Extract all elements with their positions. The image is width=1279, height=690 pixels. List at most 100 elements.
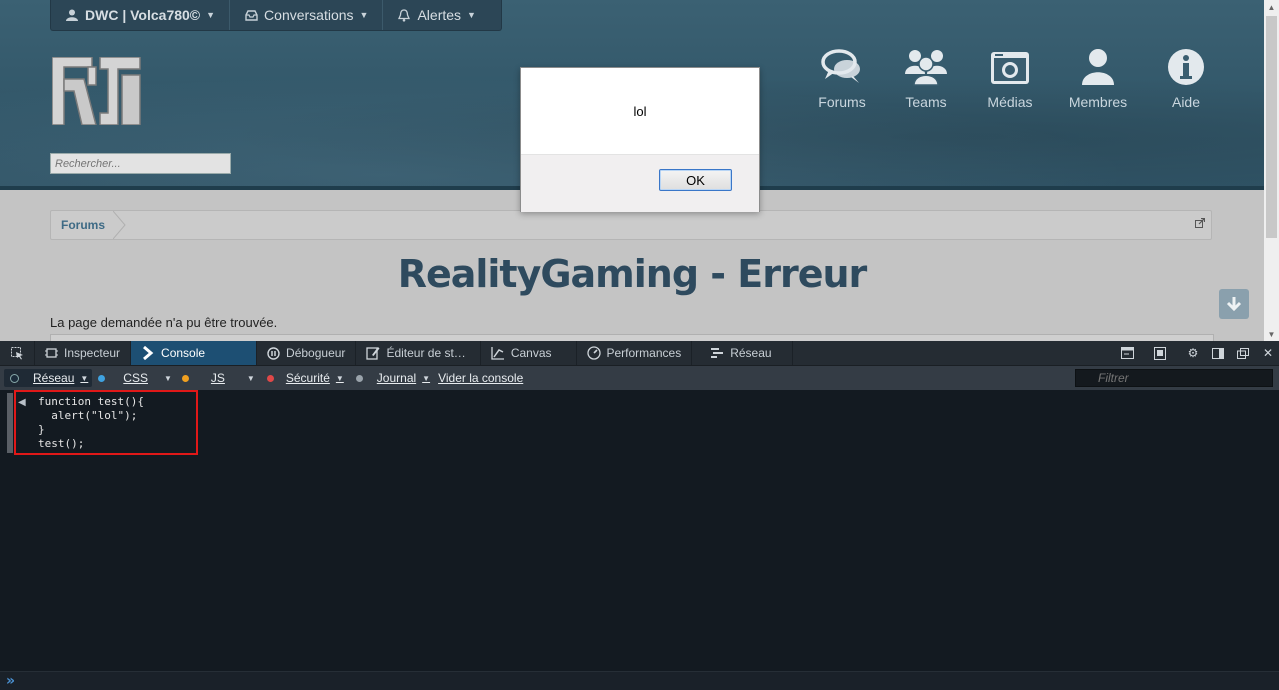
chevron-down-icon: ▼ [335, 373, 344, 383]
close-icon[interactable]: ✕ [1261, 346, 1275, 360]
performance-icon [586, 346, 601, 360]
tab-debogueur[interactable]: Débogueur [257, 341, 357, 365]
tab-label: Réseau [730, 346, 772, 360]
scroll-thumb[interactable] [1266, 16, 1277, 238]
alert-footer: OK [521, 154, 759, 212]
dock-side-icon[interactable] [1211, 346, 1225, 360]
filter-securite[interactable]: Sécurité ▼ [261, 369, 348, 387]
undock-window-icon[interactable] [1236, 346, 1250, 360]
arrow-down-icon [1226, 297, 1242, 312]
command-entry-marker [7, 393, 13, 453]
info-icon [1168, 49, 1204, 85]
conversations-menu[interactable]: Conversations ▼ [230, 0, 384, 30]
chevron-down-icon: ▼ [359, 10, 369, 20]
console-output: ◀ function test(){ alert("lol"); } test(… [0, 390, 1279, 671]
search-input[interactable] [50, 153, 231, 174]
alerts-label: Alertes [417, 7, 462, 23]
filter-css[interactable]: CSS ▼ [94, 369, 176, 387]
element-picker-button[interactable] [0, 341, 35, 365]
external-link-icon[interactable] [1195, 218, 1205, 228]
scroll-up-arrow-icon[interactable]: ▲ [1264, 0, 1279, 14]
style-editor-icon [366, 347, 380, 360]
filter-js[interactable]: JS ▼ [178, 369, 259, 387]
console-filterbar: Réseau ▼ CSS ▼ JS ▼ Sécurité ▼ Journal ▼… [0, 366, 1279, 390]
nav-teams[interactable]: Teams [884, 48, 968, 110]
tab-performances[interactable]: Performances [577, 341, 693, 365]
bell-icon [397, 8, 411, 22]
picker-icon [10, 346, 23, 359]
tab-label: Performances [606, 346, 682, 360]
nav-membres[interactable]: Membres [1052, 48, 1144, 110]
tab-canvas[interactable]: Canvas [481, 341, 577, 365]
network-icon [711, 348, 724, 358]
chevron-down-icon: ▼ [206, 10, 216, 20]
alerts-menu[interactable]: Alertes ▼ [383, 0, 490, 30]
conversations-label: Conversations [264, 7, 354, 23]
canvas-icon [491, 347, 504, 360]
page-title: RealityGaming - Erreur [397, 252, 868, 296]
tab-label: Débogueur [286, 346, 346, 360]
user-topbar: DWC | Volca780© ▼ Conversations ▼ Alerte… [50, 0, 502, 31]
tab-reseau[interactable]: Réseau [692, 341, 793, 365]
user-menu[interactable]: DWC | Volca780© ▼ [51, 0, 231, 30]
debugger-icon [267, 346, 280, 360]
breadcrumb-item-forums[interactable]: Forums [51, 211, 115, 239]
nav-label: Teams [905, 94, 947, 110]
filter-label: Réseau [33, 371, 75, 385]
tab-label: Inspecteur [64, 346, 121, 360]
site-logo[interactable] [52, 57, 142, 125]
filter-label: CSS [123, 371, 148, 385]
filter-label: JS [210, 371, 225, 385]
breadcrumb: Forums [50, 210, 1212, 240]
inbox-icon [244, 8, 258, 22]
chevron-down-icon: ▼ [163, 373, 172, 383]
filter-label: Sécurité [285, 371, 330, 385]
scroll-down-button[interactable] [1219, 289, 1249, 319]
alert-dialog: lol OK [520, 67, 760, 212]
chat-bubbles-icon [821, 49, 860, 83]
nav-aide[interactable]: Aide [1144, 48, 1228, 110]
filter-dot [98, 374, 106, 382]
responsive-view-icon[interactable] [1153, 346, 1167, 360]
filter-reseau[interactable]: Réseau ▼ [4, 369, 93, 387]
gear-icon[interactable]: ⚙ [1186, 346, 1200, 360]
devtools-toolbar: ⚙ ✕ [1120, 341, 1275, 365]
tab-label: Console [161, 346, 206, 360]
clear-console-button[interactable]: Vider la console [438, 371, 523, 385]
page-scrollbar[interactable]: ▲ ▼ [1264, 0, 1279, 341]
tab-console[interactable]: Console [131, 341, 258, 365]
alert-message: lol [633, 104, 647, 119]
user-icon [1082, 49, 1114, 85]
filter-dot [355, 374, 363, 382]
filter-dot [266, 374, 274, 382]
filter-input[interactable] [1075, 369, 1273, 387]
camera-icon [991, 52, 1029, 84]
scratchpad-icon[interactable] [1120, 346, 1134, 360]
console-input-line[interactable]: » [0, 671, 1279, 690]
chevron-down-icon: ▼ [422, 373, 431, 383]
ok-button[interactable]: OK [659, 169, 732, 191]
prompt-icon: » [6, 673, 16, 689]
devtools-panel: Inspecteur Console Débogueur Éditeur de … [0, 341, 1279, 690]
red-highlight-box [14, 390, 198, 455]
filter-dot [181, 374, 189, 382]
main-nav: Forums Teams Médias Membres Aide [800, 48, 1228, 110]
user-name: DWC | Volca780© [85, 7, 201, 23]
nav-label: Médias [987, 94, 1033, 110]
nav-label: Forums [818, 94, 866, 110]
chevron-down-icon: ▼ [467, 10, 476, 20]
tab-label: Canvas [510, 346, 552, 360]
chevron-down-icon: ▼ [80, 373, 89, 383]
filter-dot [10, 373, 19, 383]
filter-journal[interactable]: Journal ▼ [350, 369, 434, 387]
filter-label: Journal [376, 371, 417, 385]
error-message: La page demandée n'a pu être trouvée. [50, 315, 278, 330]
nav-label: Membres [1068, 94, 1128, 110]
inspector-icon [45, 348, 58, 358]
tab-editeur-de-style[interactable]: Éditeur de st… [356, 341, 481, 365]
nav-forums[interactable]: Forums [800, 48, 884, 110]
nav-medias[interactable]: Médias [968, 48, 1052, 110]
scroll-down-arrow-icon[interactable]: ▼ [1264, 327, 1279, 341]
tab-inspecteur[interactable]: Inspecteur [35, 341, 132, 365]
console-icon [143, 346, 154, 360]
